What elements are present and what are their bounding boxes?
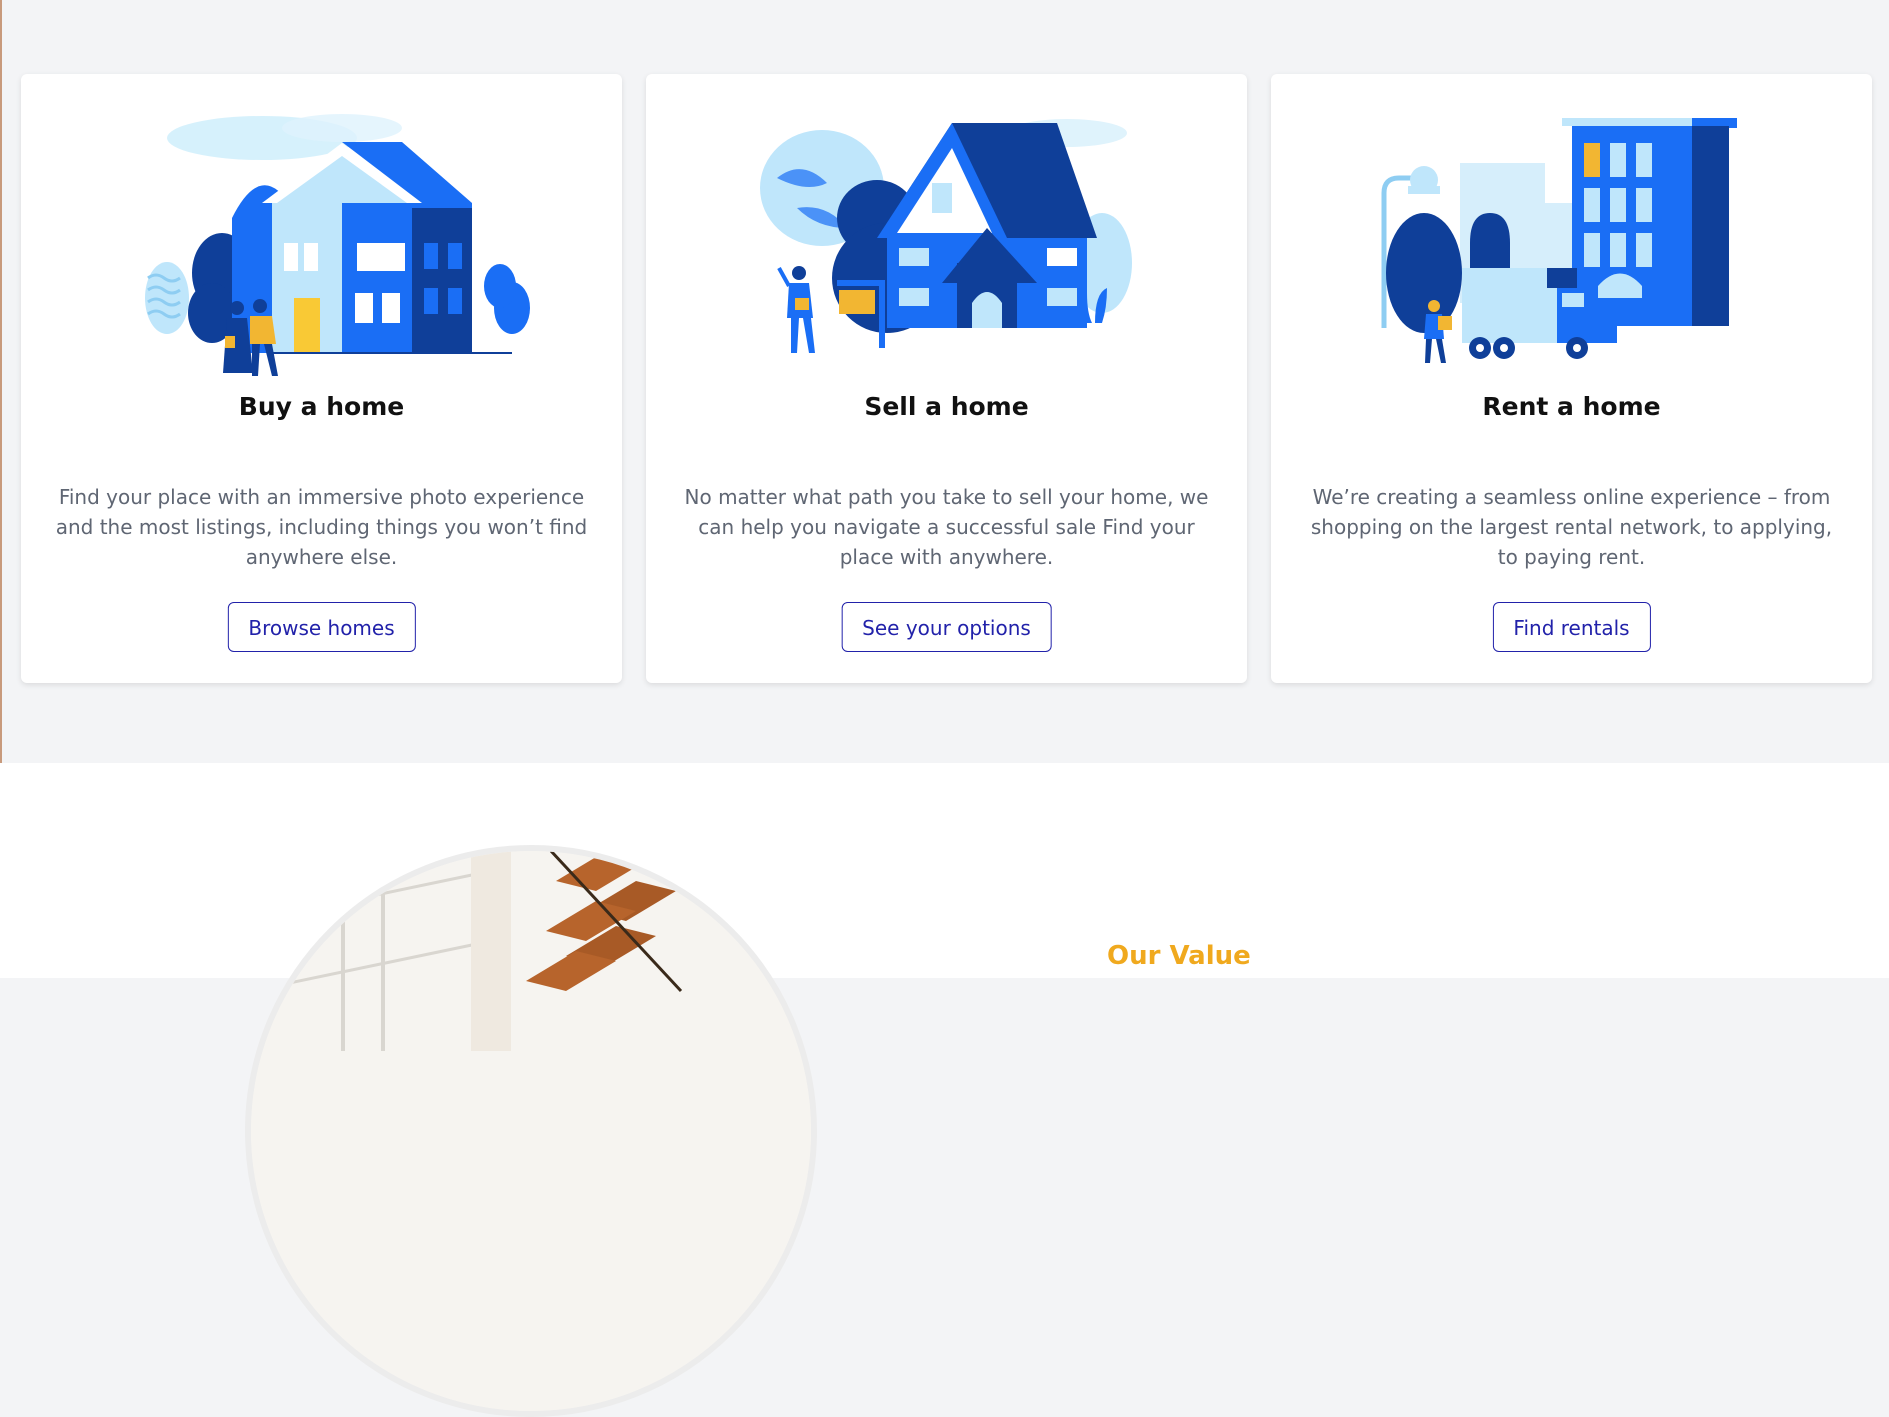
card-buy-home: Buy a home Find your place with an immer… [21,74,622,683]
card-title: Rent a home [1482,392,1661,421]
rent-home-illustration [1381,118,1737,363]
staircase-interior-photo [245,845,817,1417]
find-rentals-button[interactable]: Find rentals [1492,602,1651,652]
services-cards: Buy a home Find your place with an immer… [21,74,1873,684]
see-your-options-button[interactable]: See your options [841,602,1052,652]
our-value-heading: Our Value [1107,941,1251,971]
card-description: No matter what path you take to sell you… [684,485,1209,569]
staircase-photo-illustration [251,851,811,1411]
card-description: We’re creating a seamless online experie… [1310,485,1833,569]
browse-homes-button[interactable]: Browse homes [227,602,416,652]
card-title: Sell a home [864,392,1029,421]
card-sell-home: Sell a home No matter what path you take… [646,74,1247,683]
card-title: Buy a home [238,392,405,421]
buy-home-illustration [144,114,530,376]
our-value-section: Our Value [0,763,1889,1417]
card-description: Find your place with an immersive photo … [55,485,588,569]
sell-home-illustration [759,119,1132,353]
card-rent-home: Rent a home We’re creating a seamless on… [1271,74,1872,683]
